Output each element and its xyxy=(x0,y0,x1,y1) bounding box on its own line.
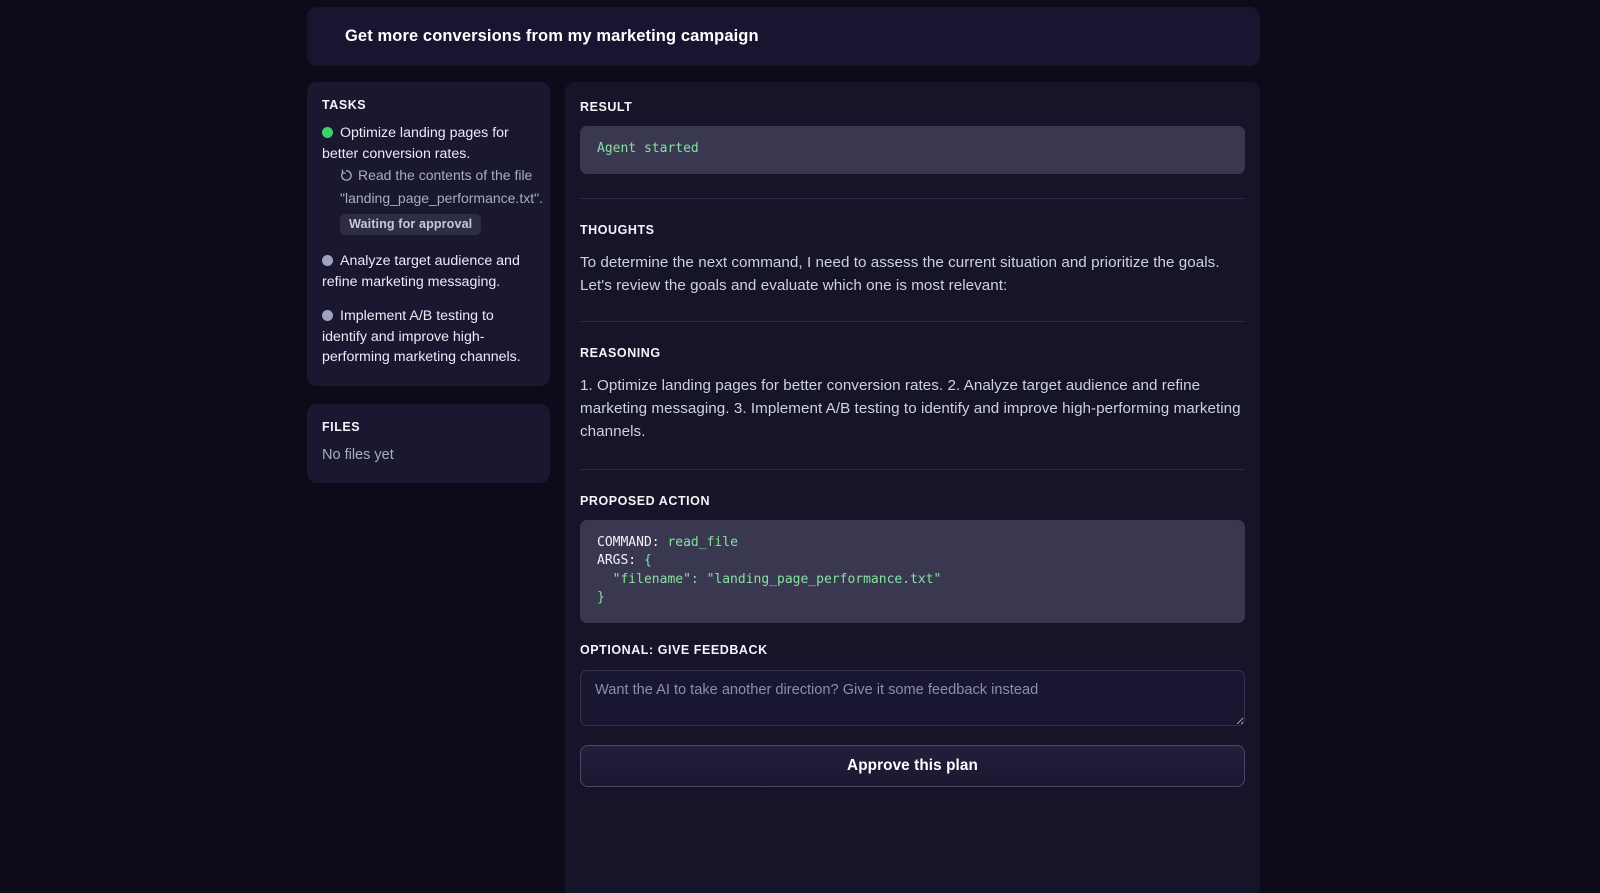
sidebar: TASKS Optimize landing pages for better … xyxy=(307,82,550,483)
task-item[interactable]: Implement A/B testing to identify and im… xyxy=(322,306,535,368)
task-status-pending-icon xyxy=(322,255,333,266)
files-empty-message: No files yet xyxy=(322,446,394,463)
page-title: Get more conversions from my marketing c… xyxy=(345,27,759,45)
task-label: Implement A/B testing to identify and im… xyxy=(322,308,521,365)
subtask-label: Read the contents of the file "landing_p… xyxy=(340,167,543,206)
result-text: Agent started xyxy=(597,141,699,156)
feedback-section-label: OPTIONAL: GIVE FEEDBACK xyxy=(580,642,768,657)
tasks-panel: TASKS Optimize landing pages for better … xyxy=(307,82,550,386)
reasoning-section-label: REASONING xyxy=(580,345,661,360)
args-filename-line: "filename": "landing_page_performance.tx… xyxy=(597,571,942,587)
task-label: Analyze target audience and refine marke… xyxy=(322,253,520,290)
task-item[interactable]: Analyze target audience and refine marke… xyxy=(322,251,535,292)
args-key: ARGS: xyxy=(597,553,637,568)
args-close-brace: } xyxy=(597,590,605,605)
goal-header: Get more conversions from my marketing c… xyxy=(307,7,1260,66)
proposed-action-code: COMMAND: read_file ARGS: { "filename": "… xyxy=(580,519,1245,623)
app-root: Get more conversions from my marketing c… xyxy=(0,0,1600,893)
feedback-input[interactable] xyxy=(580,669,1245,726)
thoughts-section-label: THOUGHTS xyxy=(580,222,655,237)
tasks-panel-label: TASKS xyxy=(322,98,367,112)
result-panel: RESULT Agent started THOUGHTS To determi… xyxy=(565,82,1260,893)
reasoning-text: 1. Optimize landing pages for better con… xyxy=(580,376,1241,440)
task-status-pending-icon xyxy=(322,310,333,321)
proposed-action-section-label: PROPOSED ACTION xyxy=(580,493,711,508)
thoughts-text: To determine the next command, I need to… xyxy=(580,253,1220,294)
spinner-icon xyxy=(340,167,353,188)
result-output: Agent started xyxy=(580,126,1245,174)
task-item[interactable]: Optimize landing pages for better conver… xyxy=(322,123,543,235)
status-badge: Waiting for approval xyxy=(340,214,482,235)
subtask-item: Read the contents of the file "landing_p… xyxy=(322,165,543,208)
files-panel-label: FILES xyxy=(322,419,361,434)
approve-plan-button[interactable]: Approve this plan xyxy=(580,744,1245,787)
args-open-brace: { xyxy=(643,553,652,568)
result-section-label: RESULT xyxy=(580,100,633,114)
task-status-done-icon xyxy=(322,127,333,138)
files-panel: FILES No files yet xyxy=(307,403,550,483)
command-key: COMMAND: xyxy=(597,534,660,550)
command-value: read_file xyxy=(667,534,738,550)
task-label: Optimize landing pages for better conver… xyxy=(322,125,509,162)
